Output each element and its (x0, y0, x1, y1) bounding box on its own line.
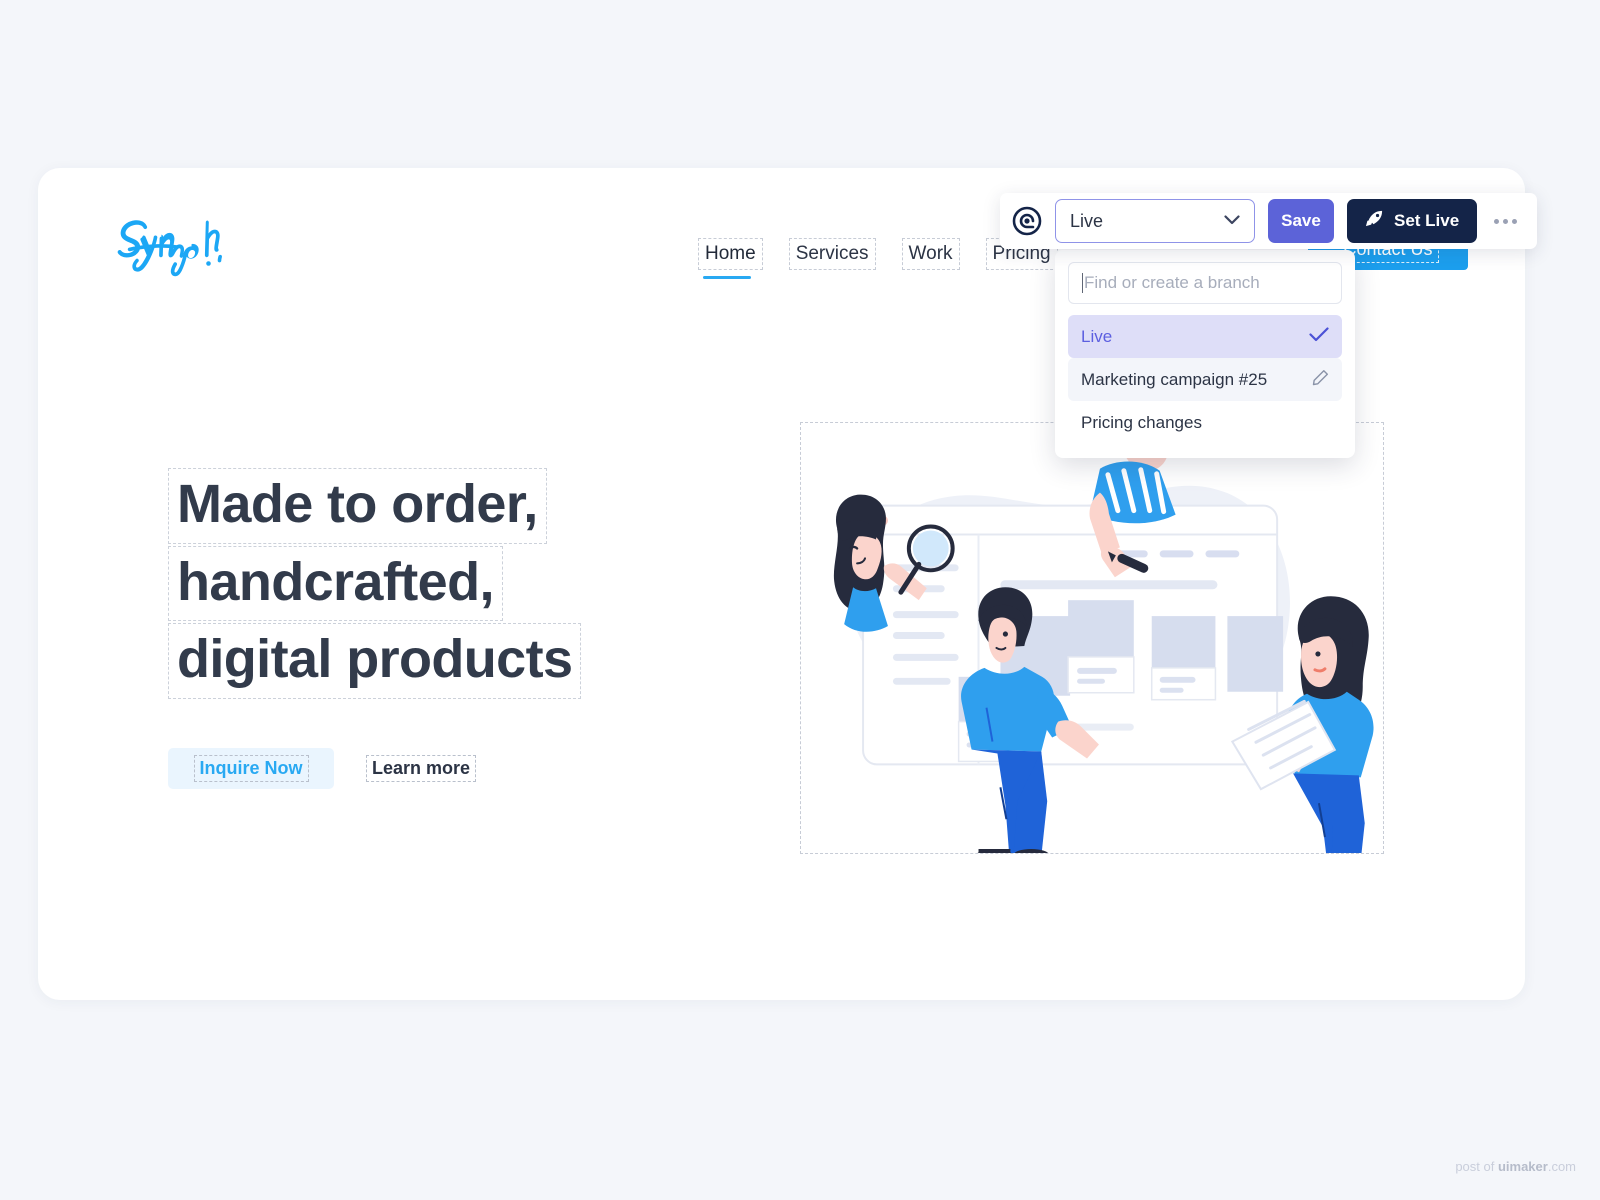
ellipsis-icon-dot-2 (1503, 218, 1509, 224)
branch-select[interactable]: Live (1055, 199, 1255, 243)
headline-line-3[interactable]: digital products (168, 623, 582, 700)
branch-option-marketing-campaign-25[interactable]: Marketing campaign #25 (1068, 358, 1342, 401)
branch-dropdown-panel: Find or create a branch Live Marketing c… (1055, 250, 1355, 458)
ellipsis-icon-dot-1 (1494, 218, 1500, 224)
nav-item-services[interactable]: Services (788, 238, 876, 270)
branch-option-live-label: Live (1081, 326, 1113, 346)
save-button[interactable]: Save (1268, 199, 1334, 243)
branch-option-pricing-changes[interactable]: Pricing changes (1068, 401, 1342, 444)
ellipsis-icon-dot-3 (1512, 218, 1518, 224)
branch-option-pricing-changes-label: Pricing changes (1081, 412, 1202, 432)
rocket-icon (1365, 209, 1384, 233)
branch-option-marketing-campaign-25-label: Marketing campaign #25 (1081, 369, 1268, 389)
check-icon (1309, 326, 1329, 347)
watermark-suffix: .com (1547, 1159, 1576, 1174)
more-options-button[interactable] (1490, 218, 1521, 224)
set-live-button-label: Set Live (1394, 211, 1460, 230)
save-button-label: Save (1281, 211, 1321, 230)
team-collaboration-illustration (833, 423, 1374, 853)
watermark-brand: uimaker (1497, 1159, 1548, 1174)
headline-line-1[interactable]: Made to order, (168, 468, 547, 544)
pencil-icon[interactable] (1312, 369, 1329, 391)
chevron-down-icon (1224, 212, 1240, 230)
inquire-now-button[interactable]: Inquire Now (168, 748, 334, 789)
branch-search-placeholder: Find or create a branch (1084, 273, 1260, 292)
branch-select-value: Live (1070, 210, 1104, 231)
branch-option-live[interactable]: Live (1068, 315, 1342, 358)
learn-more-button[interactable]: Learn more (366, 755, 477, 782)
learn-more-label: Learn more (366, 755, 477, 782)
symph-logo[interactable] (110, 216, 240, 282)
nav-item-work[interactable]: Work (901, 238, 960, 270)
watermark: post of uimaker.com (1455, 1159, 1576, 1174)
hero-headline: Made to order, handcrafted, digital prod… (168, 468, 728, 701)
branch-search-field[interactable]: Find or create a branch (1068, 262, 1342, 304)
editor-toolbar: Live Save Set Live (1000, 193, 1538, 249)
hero-cta-group: Inquire Now Learn more (168, 748, 477, 789)
inquire-now-label: Inquire Now (193, 755, 309, 782)
watermark-prefix: post of (1455, 1159, 1498, 1174)
hero-illustration-slot[interactable] (800, 422, 1384, 854)
nav-item-home[interactable]: Home (698, 238, 763, 270)
set-live-button[interactable]: Set Live (1347, 199, 1478, 243)
target-spiral-icon[interactable] (1012, 206, 1042, 236)
headline-line-2[interactable]: handcrafted, (168, 545, 503, 622)
nav-active-underline (703, 276, 751, 279)
text-cursor (1082, 273, 1083, 293)
